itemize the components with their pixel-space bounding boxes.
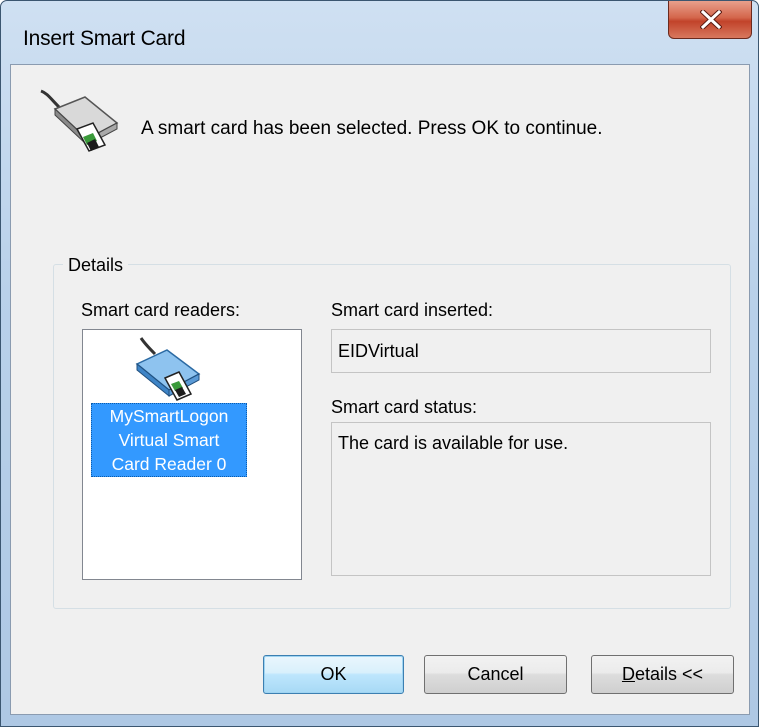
smart-card-inserted-field[interactable]: EIDVirtual bbox=[331, 329, 711, 373]
details-toggle-button[interactable]: Details << bbox=[591, 655, 734, 694]
window-title: Insert Smart Card bbox=[23, 27, 186, 50]
smart-card-status-field[interactable]: The card is available for use. bbox=[331, 422, 711, 576]
title-bar[interactable]: Insert Smart Card bbox=[1, 1, 758, 63]
details-button-label: etails << bbox=[634, 664, 704, 684]
insert-smart-card-dialog: Insert Smart Card A smart card has been … bbox=[0, 0, 759, 727]
smart-card-readers-list[interactable]: MySmartLogon Virtual Smart Card Reader 0 bbox=[82, 329, 302, 580]
close-x-icon bbox=[700, 10, 722, 29]
reader-name-line2: Virtual Smart bbox=[118, 430, 220, 450]
details-group-label: Details bbox=[63, 255, 129, 276]
header-message: A smart card has been selected. Press OK… bbox=[141, 118, 603, 139]
smart-card-inserted-value: EIDVirtual bbox=[338, 341, 419, 361]
cancel-button[interactable]: Cancel bbox=[424, 655, 567, 694]
reader-name-line1: MySmartLogon bbox=[109, 406, 229, 426]
smart-card-inserted-label: Smart card inserted: bbox=[331, 300, 494, 320]
dialog-client-area: A smart card has been selected. Press OK… bbox=[10, 64, 750, 715]
smart-card-reader-icon bbox=[135, 337, 201, 401]
reader-name-line3: Card Reader 0 bbox=[111, 454, 227, 474]
smart-card-reader-icon bbox=[40, 89, 119, 152]
smart-card-status-label: Smart card status: bbox=[331, 397, 478, 417]
close-button[interactable] bbox=[668, 1, 752, 39]
smart-card-readers-label: Smart card readers: bbox=[81, 300, 241, 320]
ok-button[interactable]: OK bbox=[263, 655, 404, 694]
smart-card-status-value: The card is available for use. bbox=[338, 433, 569, 453]
reader-name-selected[interactable]: MySmartLogon Virtual Smart Card Reader 0 bbox=[91, 403, 247, 477]
details-accelerator-key: D bbox=[621, 664, 635, 684]
